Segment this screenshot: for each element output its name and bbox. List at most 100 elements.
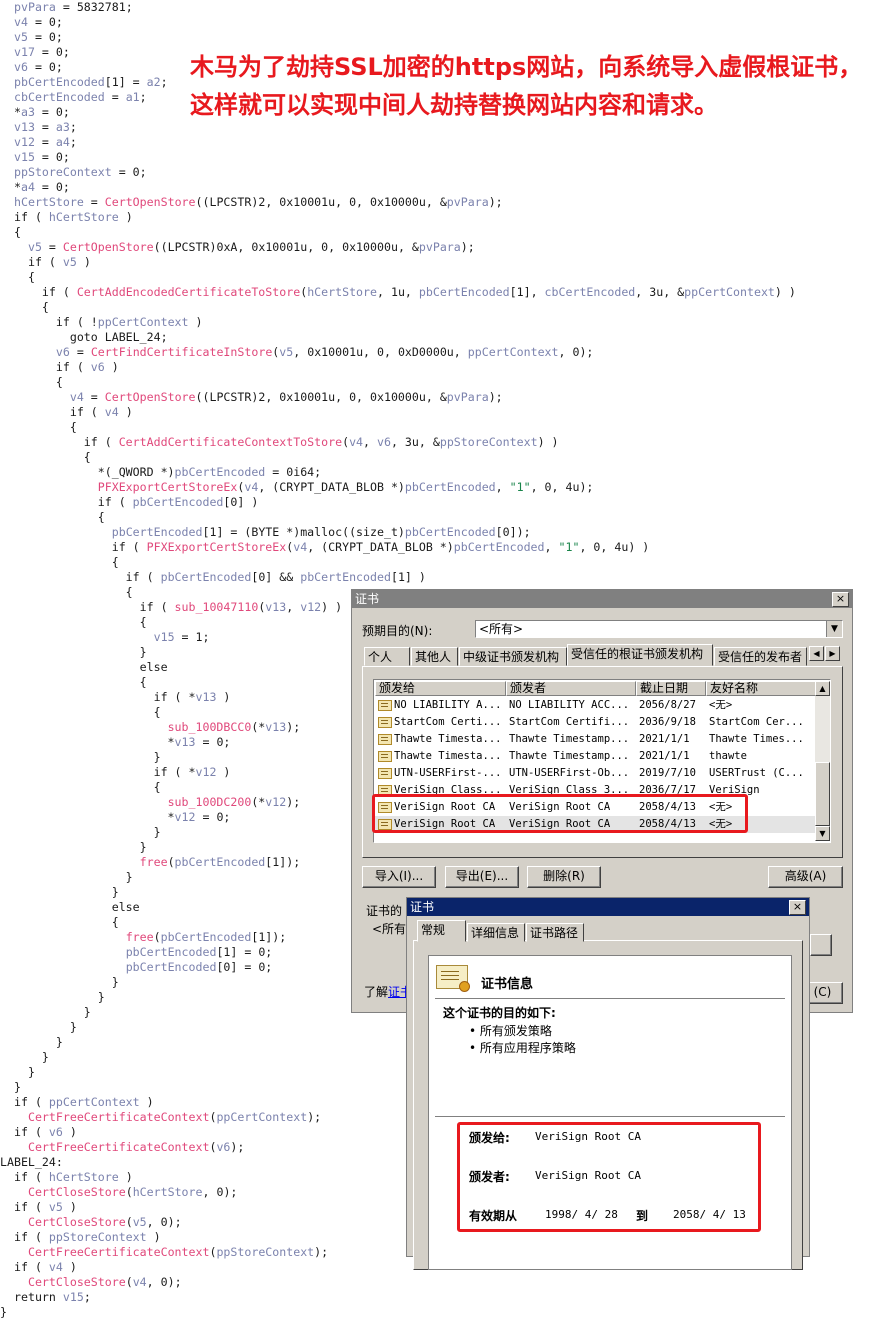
view-button[interactable] bbox=[810, 934, 832, 956]
code-token: = 0; bbox=[195, 810, 231, 824]
code-token: pbCertEncoded bbox=[453, 540, 545, 554]
code-token: [1] = bbox=[104, 75, 147, 89]
close-icon[interactable]: × bbox=[789, 900, 806, 915]
code-token: , (CRYPT_DATA_BLOB *) bbox=[307, 540, 454, 554]
code-token: } bbox=[0, 1305, 7, 1319]
code-token: ppCertContext bbox=[467, 345, 559, 359]
code-token: ( bbox=[167, 855, 175, 869]
code-token: { bbox=[14, 300, 49, 314]
code-token: { bbox=[14, 225, 21, 239]
code-token: pbCertEncoded bbox=[418, 285, 510, 299]
code-token: a2 bbox=[146, 75, 161, 89]
scroll-thumb[interactable] bbox=[815, 762, 830, 826]
code-line: } bbox=[14, 1065, 35, 1080]
cell-by: StartCom Certifi... bbox=[509, 716, 630, 728]
certificate-row[interactable]: UTN-USERFirst-... UTN-USERFirst-Ob... 2019… bbox=[375, 765, 815, 782]
code-token: = bbox=[34, 120, 56, 134]
code-token: v12 bbox=[195, 765, 217, 779]
code-line: { bbox=[14, 915, 119, 930]
code-token: , bbox=[544, 540, 559, 554]
chevron-down-icon[interactable]: ▼ bbox=[826, 621, 842, 637]
code-token: sub_10047110 bbox=[174, 600, 259, 614]
code-token: v5 bbox=[27, 240, 42, 254]
code-token: ; bbox=[160, 75, 168, 89]
column-header-friendly-name[interactable]: 友好名称 bbox=[706, 681, 816, 696]
code-line: v6 = 0; bbox=[14, 60, 63, 75]
tab-trusted-publishers[interactable]: 受信任的发布者 bbox=[714, 647, 807, 666]
code-token: ); bbox=[488, 195, 503, 209]
certificate-row[interactable]: Thawte Timesta... Thawte Timestamp... 2021… bbox=[375, 731, 815, 748]
code-token: ((LPCSTR)2, 0x10001u, 0, 0x10000u, & bbox=[195, 390, 447, 404]
purpose-select[interactable]: <所有> ▼ bbox=[475, 620, 843, 638]
code-token: v4 bbox=[244, 480, 259, 494]
certificate-row[interactable]: StartCom Certi... StartCom Certifi... 2036… bbox=[375, 714, 815, 731]
code-line: CertFreeCertificateContext(ppCertContext… bbox=[14, 1110, 321, 1125]
tab-general[interactable]: 常规 bbox=[417, 920, 466, 942]
code-token: , 0, 4u); bbox=[530, 480, 594, 494]
code-line: v5 = CertOpenStore((LPCSTR)0xA, 0x10001u… bbox=[14, 240, 475, 255]
code-token: = 0; bbox=[34, 45, 70, 59]
code-token: v12 bbox=[174, 810, 196, 824]
tab-personal[interactable]: 个人 bbox=[364, 647, 410, 666]
code-token: v13 bbox=[174, 735, 196, 749]
code-token: if ( bbox=[14, 495, 133, 509]
remove-button[interactable]: 删除(R) bbox=[527, 866, 601, 888]
code-token: "1" bbox=[509, 480, 531, 494]
code-token: v6 bbox=[55, 345, 70, 359]
tab-intermediate-ca[interactable]: 中级证书颁发机构 bbox=[459, 647, 567, 666]
cert-manager-titlebar[interactable]: 证书 × bbox=[352, 590, 852, 608]
code-token: v13 bbox=[265, 720, 287, 734]
code-token: [0] = 0; bbox=[216, 960, 273, 974]
advanced-button[interactable]: 高级(A) bbox=[768, 866, 843, 888]
cell-to: NO LIABILITY A... bbox=[394, 699, 502, 711]
code-line: } bbox=[0, 1305, 7, 1320]
code-token: v12 bbox=[14, 135, 35, 149]
scroll-down-icon[interactable]: ▼ bbox=[815, 826, 830, 841]
certificate-row[interactable]: Thawte Timesta... Thawte Timestamp... 2021… bbox=[375, 748, 815, 765]
column-header-expiration[interactable]: 截止日期 bbox=[636, 681, 706, 696]
code-line: } bbox=[14, 1080, 21, 1095]
code-token: ) ) bbox=[321, 600, 343, 614]
code-token: free bbox=[125, 930, 154, 944]
tab-cert-path[interactable]: 证书路径 bbox=[526, 923, 584, 942]
column-header-issued-by[interactable]: 颁发者 bbox=[506, 681, 636, 696]
code-token: pvPara bbox=[14, 0, 56, 14]
code-token: } bbox=[14, 1050, 49, 1064]
scroll-up-icon[interactable]: ▲ bbox=[815, 681, 830, 696]
tab-trusted-root-ca[interactable]: 受信任的根证书颁发机构 bbox=[567, 644, 713, 666]
certificate-icon bbox=[378, 768, 392, 779]
cell-date: 2056/8/27 bbox=[639, 699, 696, 711]
code-token: v4 bbox=[14, 15, 28, 29]
code-token: ppStoreContext bbox=[439, 435, 538, 449]
tab-scroll-left-icon[interactable]: ◀ bbox=[809, 646, 824, 661]
export-button[interactable]: 导出(E)... bbox=[445, 866, 519, 888]
code-token: v4 bbox=[69, 390, 84, 404]
code-token: ( bbox=[342, 435, 350, 449]
tab-other-people[interactable]: 其他人 bbox=[411, 647, 458, 666]
tab-scroll-right-icon[interactable]: ▶ bbox=[825, 646, 840, 661]
column-header-issued-to[interactable]: 颁发给 bbox=[375, 681, 506, 696]
code-token: [1]); bbox=[251, 930, 287, 944]
code-token: , 0); bbox=[202, 1185, 238, 1199]
code-token: * bbox=[14, 810, 175, 824]
code-token: "1" bbox=[558, 540, 580, 554]
certificate-row[interactable]: NO LIABILITY A... NO LIABILITY ACC... 2056… bbox=[375, 697, 815, 714]
code-token: pbCertEncoded bbox=[14, 75, 105, 89]
code-line: CertFreeCertificateContext(v6); bbox=[14, 1140, 244, 1155]
cell-date: 2021/1/1 bbox=[639, 733, 690, 745]
code-token: hCertStore bbox=[307, 285, 377, 299]
import-button[interactable]: 导入(I)... bbox=[362, 866, 436, 888]
code-token: ppCertContext bbox=[48, 1095, 140, 1109]
cert-detail-titlebar[interactable]: 证书 × bbox=[407, 898, 809, 916]
code-token: pvPara bbox=[446, 195, 489, 209]
code-token: , 0x10001u, 0, 0xD0000u, bbox=[293, 345, 468, 359]
code-token: CertCloseStore bbox=[27, 1275, 126, 1289]
code-token: = bbox=[83, 195, 105, 209]
tab-details[interactable]: 详细信息 bbox=[467, 923, 525, 942]
code-token: if ( bbox=[14, 285, 77, 299]
code-line: pbCertEncoded[1] = (BYTE *)malloc((size_… bbox=[14, 525, 531, 540]
close-icon[interactable]: × bbox=[832, 592, 849, 607]
code-token: if ( bbox=[14, 360, 91, 374]
